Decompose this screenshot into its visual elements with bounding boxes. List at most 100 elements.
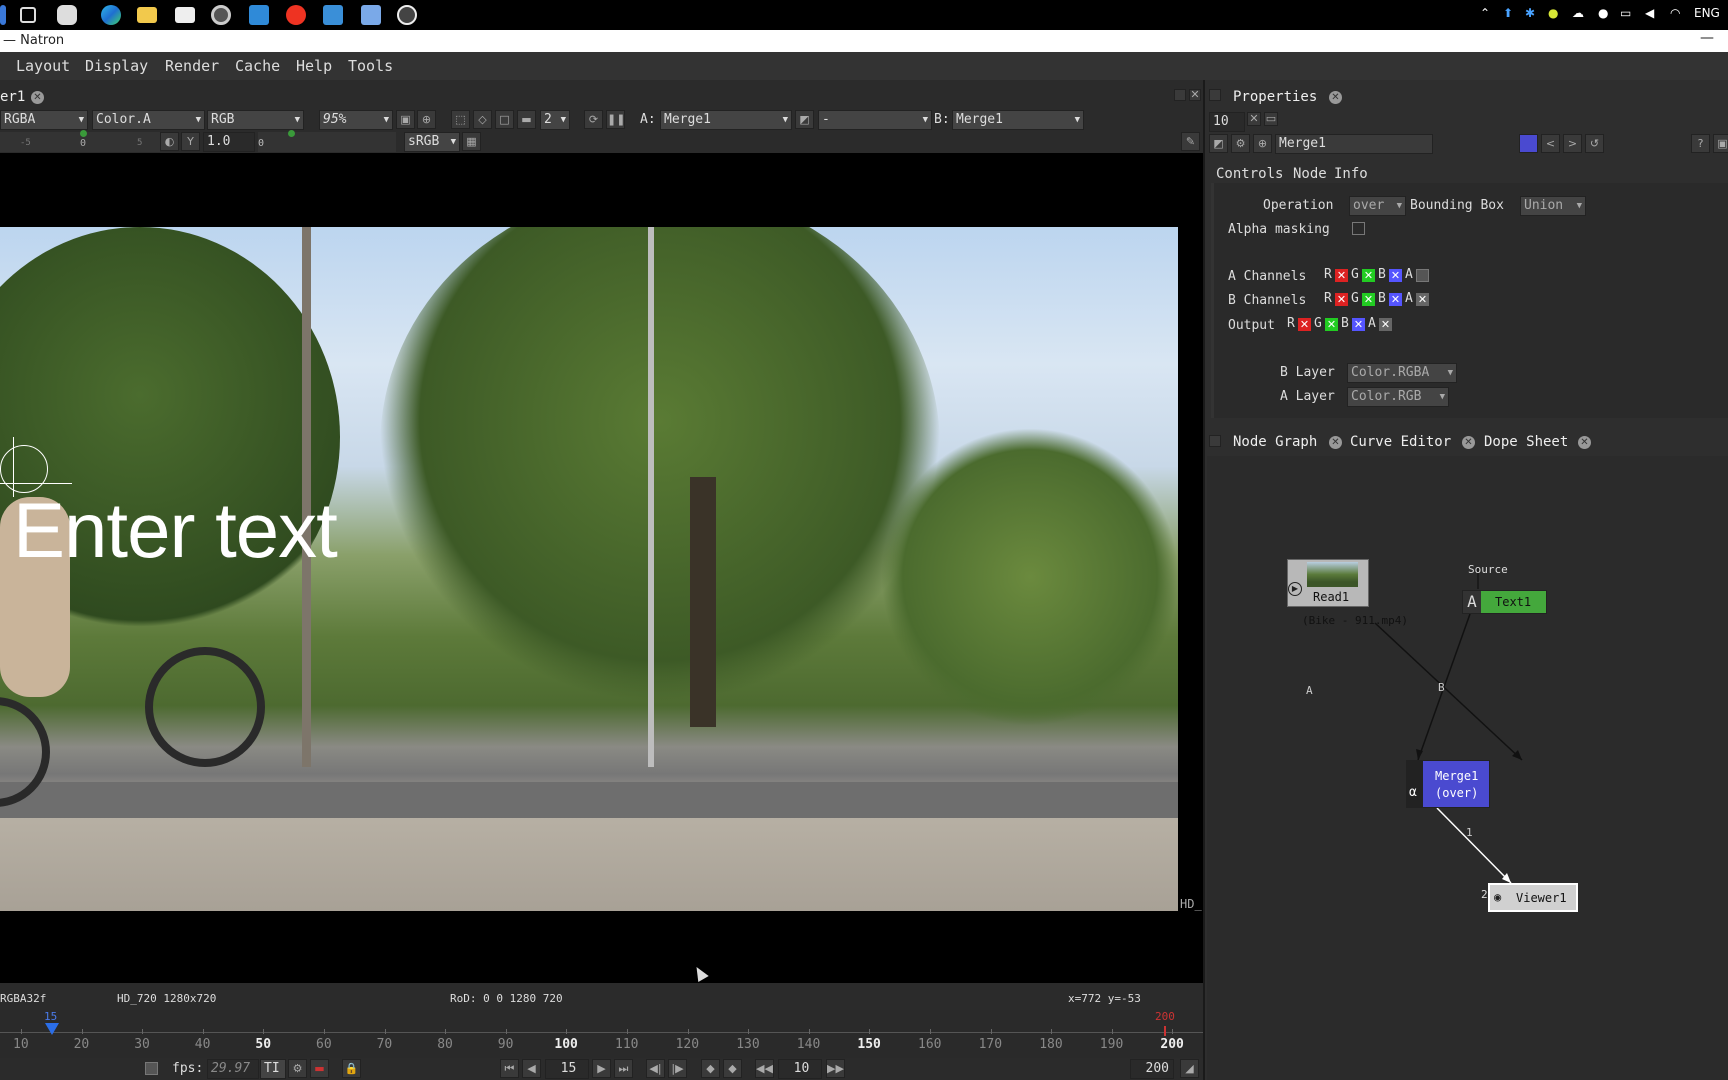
minimize-button[interactable]: — <box>1700 30 1714 46</box>
gamma-y-button[interactable]: Y <box>181 132 200 151</box>
properties-tab-title[interactable]: Properties <box>1233 89 1317 105</box>
timeline[interactable]: 10 20 30 40 50 60 70 80 90 100 110 120 130 140 150 160 1… <box>0 1010 1203 1058</box>
viewer-node[interactable]: ◉ Viewer1 <box>1488 883 1578 912</box>
help-icon-small[interactable]: ⊕ <box>1253 134 1272 153</box>
menu-display[interactable]: Display <box>85 57 148 75</box>
previous-frame-icon[interactable]: ◀| <box>646 1059 665 1078</box>
gamma-field[interactable]: 1.0 <box>203 132 255 152</box>
tab-dope-sheet[interactable]: Dope Sheet <box>1484 434 1568 450</box>
gain-slider-handle[interactable] <box>80 130 87 137</box>
colorspace-select[interactable]: sRGB ▼ <box>404 132 460 152</box>
zoom-select[interactable]: 95% ▼ <box>319 110 393 130</box>
edge-icon[interactable] <box>101 5 121 25</box>
set-range-icon[interactable]: ◢ <box>1180 1059 1199 1078</box>
current-frame-marker[interactable] <box>45 1023 59 1035</box>
last-frame-icon[interactable]: ⏭ <box>614 1059 633 1078</box>
max-panels-field[interactable]: 10 <box>1209 112 1245 132</box>
end-frame-marker[interactable] <box>1164 1026 1166 1036</box>
tray-app-icon[interactable]: ● <box>1548 6 1558 20</box>
playback-mode-icon[interactable]: ▬ <box>310 1059 329 1078</box>
turbo-icon[interactable]: ⚙ <box>288 1059 307 1078</box>
language-indicator[interactable]: ENG <box>1694 6 1720 20</box>
next-keyframe-icon[interactable]: ◆ <box>723 1059 742 1078</box>
tab-info[interactable]: Info <box>1334 166 1368 182</box>
b-channel-a-checkbox[interactable]: ✕ <box>1416 293 1429 306</box>
app-icon[interactable] <box>323 5 343 25</box>
menu-layout[interactable]: Layout <box>16 57 70 75</box>
node-settings-icon[interactable]: ◩ <box>1209 134 1228 153</box>
ng-pane-menu-icon[interactable] <box>1209 435 1221 447</box>
restore-defaults-icon[interactable]: ↺ <box>1585 134 1604 153</box>
menu-render[interactable]: Render <box>165 57 219 75</box>
fullframe-icon[interactable]: □ <box>495 110 514 129</box>
text-node[interactable]: A Text1 <box>1462 590 1547 614</box>
lock-icon[interactable]: ▣ <box>396 110 415 129</box>
tab-node[interactable]: Node <box>1293 166 1327 182</box>
tab-node-graph[interactable]: Node Graph <box>1233 434 1317 450</box>
chevron-up-icon[interactable]: ⌃ <box>1480 6 1490 20</box>
tab-controls[interactable]: Controls <box>1216 166 1283 182</box>
a-channel-r-checkbox[interactable]: ✕ <box>1335 269 1348 282</box>
close-curve-editor-tab-icon[interactable]: ✕ <box>1462 436 1475 449</box>
node-graph-canvas[interactable]: A B 1 Read1 ▶ (Bike - 911.mp4) Source A … <box>1207 456 1728 1080</box>
next-frame-icon[interactable]: |▶ <box>668 1059 687 1078</box>
menu-tools[interactable]: Tools <box>348 57 393 75</box>
b-channel-b-checkbox[interactable]: ✕ <box>1389 293 1402 306</box>
notes-icon[interactable] <box>361 5 381 25</box>
play-backward-icon[interactable]: ◀ <box>522 1059 541 1078</box>
current-frame-field[interactable]: 15 <box>545 1059 589 1079</box>
undo-icon[interactable]: < <box>1541 134 1560 153</box>
previous-keyframe-icon[interactable]: ◆ <box>701 1059 720 1078</box>
alpha-masking-checkbox[interactable] <box>1352 222 1365 235</box>
cloud-icon[interactable]: ☁ <box>1572 6 1584 20</box>
node-color-swatch[interactable] <box>1519 134 1538 153</box>
first-frame-icon[interactable]: ⏮ <box>500 1059 519 1078</box>
input-a-select[interactable]: Merge1 ▼ <box>660 110 792 130</box>
opera-icon[interactable] <box>286 5 306 25</box>
battery-icon[interactable]: ▭ <box>1620 6 1631 20</box>
auto-render-icon[interactable]: ⟳ <box>584 110 603 129</box>
pause-icon[interactable]: ❚❚ <box>606 110 625 129</box>
rewind-increment-icon[interactable]: ◀◀ <box>755 1059 774 1078</box>
checkerboard-icon[interactable]: ▦ <box>462 132 481 151</box>
composite-operation-select[interactable]: - ▼ <box>818 110 932 130</box>
output-a-checkbox[interactable]: ✕ <box>1379 318 1392 331</box>
fps-field[interactable]: 29.97 <box>207 1059 259 1079</box>
menu-cache[interactable]: Cache <box>235 57 280 75</box>
a-channel-b-checkbox[interactable]: ✕ <box>1389 269 1402 282</box>
roi-icon[interactable]: ⬚ <box>451 110 470 129</box>
redo-icon[interactable]: > <box>1563 134 1582 153</box>
color-picker-icon[interactable]: ✎ <box>1181 132 1200 151</box>
output-r-checkbox[interactable]: ✕ <box>1298 318 1311 331</box>
node-name-field[interactable]: Merge1 <box>1275 134 1433 154</box>
mic-icon[interactable]: ● <box>1598 6 1608 20</box>
layer-select[interactable]: Color.A ▼ <box>92 110 205 130</box>
input-b-select[interactable]: Merge1 ▼ <box>952 110 1084 130</box>
overlay-text[interactable]: Enter text <box>13 485 338 576</box>
store-icon[interactable] <box>175 7 195 23</box>
proxy-level-select[interactable]: 2 ▼ <box>540 110 570 130</box>
play-forward-icon[interactable]: ▶ <box>592 1059 611 1078</box>
proxy-icon[interactable]: ▬ <box>517 110 536 129</box>
fps-checkbox[interactable] <box>145 1062 158 1075</box>
close-viewer-tab-icon[interactable]: ✕ <box>31 91 44 104</box>
gamma-slider[interactable]: 0 <box>258 130 396 152</box>
gain-slider[interactable]: -5 0 5 <box>0 130 160 152</box>
center-node-icon[interactable]: ⚙ <box>1231 134 1250 153</box>
close-pane-icon[interactable]: ✕ <box>1189 89 1201 101</box>
a-layer-select[interactable]: Color.RGB ▼ <box>1347 387 1449 407</box>
wifi-icon[interactable]: ◠ <box>1670 6 1680 20</box>
minimize-panels-icon[interactable]: ▭ <box>1264 112 1278 126</box>
help-icon[interactable]: ? <box>1691 134 1710 153</box>
viewer-tab-title[interactable]: er1 <box>0 89 25 105</box>
tab-curve-editor[interactable]: Curve Editor <box>1350 434 1451 450</box>
close-dope-sheet-tab-icon[interactable]: ✕ <box>1578 436 1591 449</box>
a-channel-a-checkbox[interactable] <box>1416 269 1429 282</box>
b-channel-g-checkbox[interactable]: ✕ <box>1362 293 1375 306</box>
read-node-preview-icon[interactable]: ▶ <box>1288 582 1302 596</box>
pane-menu-icon[interactable] <box>1209 89 1221 101</box>
b-layer-select[interactable]: Color.RGBA ▼ <box>1347 363 1457 383</box>
media-icon[interactable] <box>211 5 231 25</box>
close-node-graph-tab-icon[interactable]: ✕ <box>1329 436 1342 449</box>
upload-icon[interactable]: ⬆ <box>1503 6 1513 20</box>
